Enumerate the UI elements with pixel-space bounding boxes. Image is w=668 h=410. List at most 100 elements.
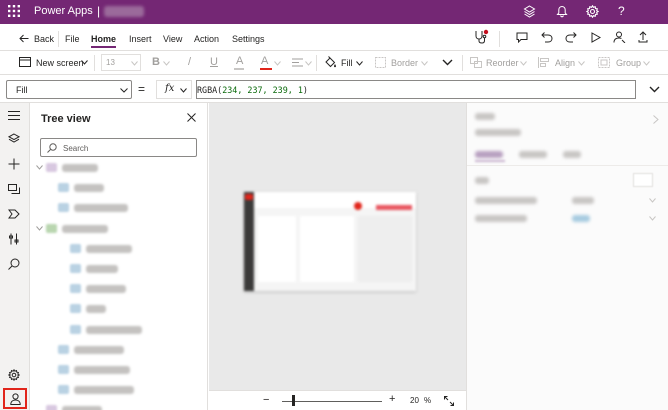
app-launcher-icon[interactable] [8,5,20,17]
expand-formula-chevron-icon[interactable] [649,86,660,93]
menu-view[interactable]: View [163,34,182,44]
fill-button[interactable]: Fill [341,58,353,68]
fit-to-window-icon[interactable] [444,396,454,406]
text-align-icon[interactable] [292,58,303,67]
border-icon[interactable] [375,57,386,68]
menu-insert[interactable]: Insert [129,34,152,44]
fx-button[interactable]: fx [156,80,192,99]
reorder-button[interactable]: Reorder [486,58,519,68]
menu-action[interactable]: Action [194,34,219,44]
publish-icon[interactable] [637,31,649,43]
chevron-down-icon[interactable] [356,61,363,66]
group-icon[interactable] [598,57,610,68]
menu-home[interactable]: Home [91,34,116,44]
tree-item[interactable] [30,179,200,197]
app-checker-icon[interactable] [473,29,489,45]
share-user-icon[interactable] [613,31,626,43]
redo-icon[interactable] [565,31,577,43]
comments-icon[interactable] [516,32,528,43]
tree-item[interactable] [30,260,200,278]
align-icon[interactable] [538,57,549,68]
tree-item[interactable] [30,381,200,399]
divider [94,55,95,71]
search-icon[interactable] [8,258,20,270]
help-icon[interactable]: ? [618,4,625,18]
menu-settings[interactable]: Settings [232,34,265,44]
back-button[interactable]: Back [34,34,54,44]
zoom-slider-thumb[interactable] [292,395,295,406]
tree-item[interactable] [30,240,200,258]
screen-sidebar [244,192,254,291]
tree-view-panel: Tree view Search [30,103,208,410]
data-icon[interactable] [8,183,20,195]
tree-search-input[interactable]: Search [40,138,197,157]
tree-item[interactable] [30,199,200,217]
fill-bucket-icon[interactable] [324,56,337,69]
props-tab-advanced[interactable] [519,151,547,158]
notifications-icon[interactable] [556,5,568,18]
font-size-input[interactable]: 13 [101,54,141,71]
reorder-icon[interactable] [470,57,482,68]
environment-icon[interactable] [523,5,536,18]
zoom-out-button[interactable]: − [263,394,269,406]
divider [58,31,59,47]
zoom-unit: % [424,396,432,405]
new-screen-icon[interactable] [19,57,31,67]
screen-thumbnail[interactable] [244,192,416,291]
tree-item[interactable] [30,401,200,410]
tree-item[interactable] [30,159,200,177]
divider [499,31,500,47]
expand-chevron-icon[interactable] [36,225,43,231]
design-canvas[interactable] [209,103,466,410]
tree-item[interactable] [30,280,200,298]
expand-chevron-icon[interactable] [36,165,43,170]
zoom-in-button[interactable]: + [389,393,395,405]
tree-item[interactable] [30,220,200,238]
media-icon[interactable] [8,208,20,220]
divider [316,55,317,71]
hamburger-menu-icon[interactable] [8,111,20,120]
undo-icon[interactable] [541,31,553,43]
settings-gear-icon[interactable] [586,5,599,18]
italic-button[interactable]: / [188,56,191,68]
bold-button[interactable]: B [152,56,160,68]
new-screen-button[interactable]: New screen [36,58,84,68]
formula-input[interactable]: RGBA(234, 237, 239, 1) [196,80,636,99]
back-arrow-icon[interactable] [19,34,29,43]
settings-gear-icon[interactable] [8,369,20,381]
chevron-down-icon[interactable] [81,60,88,65]
tree-item[interactable] [30,361,200,379]
tree-item-label-redacted [86,305,106,314]
tree-item[interactable] [30,341,200,359]
insert-plus-icon[interactable] [8,158,20,170]
tree-item[interactable] [30,321,200,339]
underline-button[interactable]: U [210,56,218,68]
more-chevron-icon[interactable] [442,59,453,66]
align-button[interactable]: Align [555,58,575,68]
props-fill-label [475,177,489,184]
props-tab-ideas[interactable] [563,151,581,158]
advanced-tools-icon[interactable] [8,233,20,245]
property-dropdown[interactable]: Fill [6,80,132,99]
tree-item[interactable] [30,300,200,318]
screen-badge [354,202,362,210]
menu-file[interactable]: File [65,34,80,44]
text-color-a-icon[interactable]: A [261,55,268,67]
chevron-down-icon [578,61,585,66]
preview-play-icon[interactable] [591,32,601,43]
group-button[interactable]: Group [616,58,641,68]
font-color-button[interactable]: A [236,55,243,67]
zoom-slider-track[interactable] [282,401,382,402]
props-background-image-value[interactable] [572,197,594,204]
account-selected-highlight[interactable] [3,388,27,409]
collapse-chevron-icon[interactable] [653,115,659,124]
chevron-down-icon [274,61,281,66]
props-type-label [475,113,495,120]
props-image-position-value[interactable] [572,215,590,222]
control-control-icon [70,304,81,314]
close-icon[interactable] [187,113,196,122]
border-button[interactable]: Border [391,58,418,68]
tree-view-layers-icon[interactable] [8,133,20,145]
props-tab-properties[interactable] [475,151,503,158]
props-fill-swatch[interactable] [633,173,653,187]
